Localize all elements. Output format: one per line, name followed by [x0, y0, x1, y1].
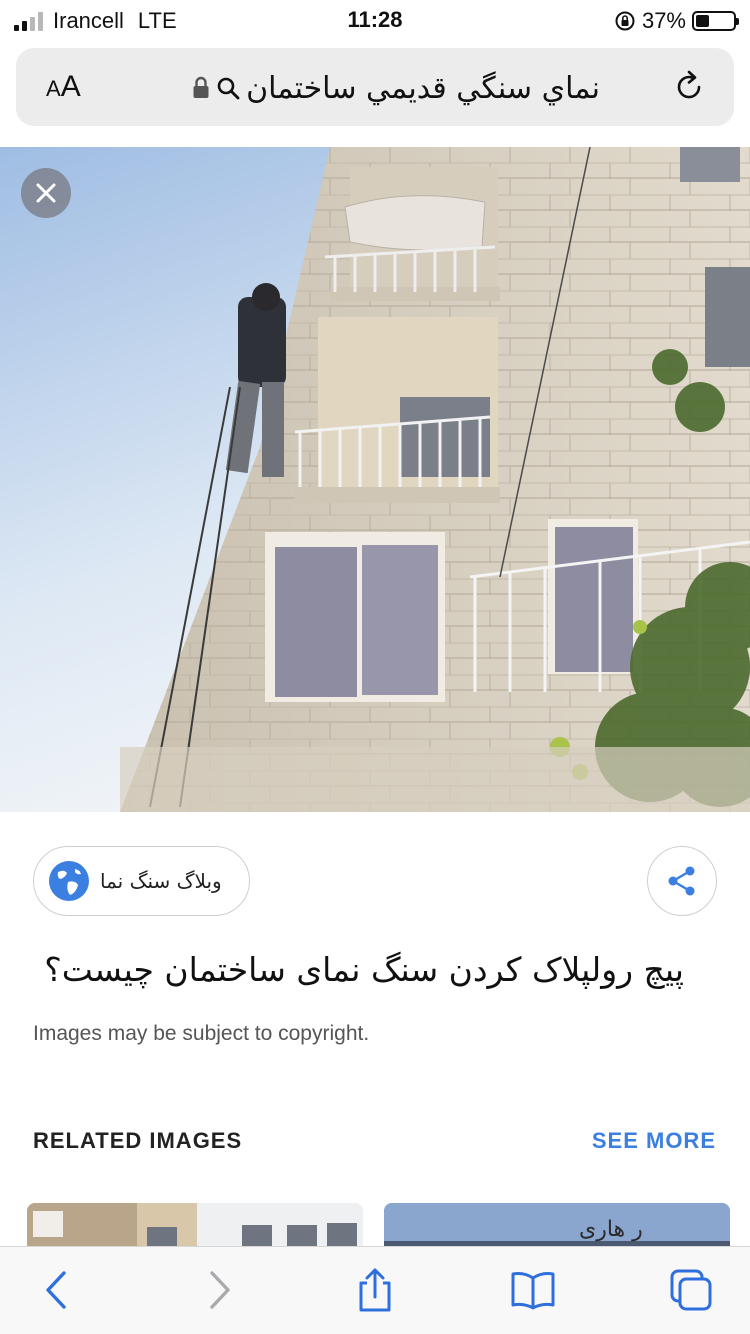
hero-image[interactable]	[0, 147, 750, 812]
source-name: وبلاگ سنگ نما	[100, 869, 222, 893]
url-text: نماي سنگي قديمي ساختمان	[246, 70, 600, 106]
reload-icon[interactable]	[670, 68, 708, 106]
reader-aa-button[interactable]: AA	[46, 70, 81, 104]
battery-icon	[692, 11, 739, 31]
related-images-heading: RELATED IMAGES	[33, 1128, 243, 1153]
related-thumbnail[interactable]: ر هاری	[384, 1203, 730, 1248]
share-nodes-icon	[668, 866, 695, 896]
tabs-icon[interactable]	[668, 1267, 714, 1313]
lock-icon	[193, 76, 209, 98]
building-photo	[0, 147, 750, 812]
bookmarks-icon[interactable]	[510, 1267, 556, 1313]
battery-fill	[696, 15, 710, 27]
share-button[interactable]	[647, 846, 717, 916]
address-bar[interactable]: AA نماي سنگي قديمي ساختمان	[16, 48, 734, 126]
source-link[interactable]: وبلاگ سنگ نما	[33, 846, 250, 916]
share-icon[interactable]	[352, 1267, 398, 1313]
close-icon	[36, 183, 56, 203]
related-thumbnail[interactable]	[27, 1203, 363, 1248]
orientation-lock-icon	[615, 11, 635, 31]
result-title[interactable]: پیچ رولپلاک کردن سنگ نمای ساختمان چیست؟	[24, 950, 684, 989]
forward-icon[interactable]	[196, 1267, 242, 1313]
status-bar: Irancell LTE 11:28 37%	[0, 0, 750, 40]
status-right: 37%	[614, 8, 739, 34]
see-more-link[interactable]: SEE MORE	[592, 1128, 716, 1154]
search-icon	[217, 77, 240, 100]
battery-percent: 37%	[641, 8, 686, 33]
url-field[interactable]: نماي سنگي قديمي ساختمان	[176, 68, 616, 108]
thumbnail-image	[27, 1203, 363, 1248]
thumbnail-sign-text: ر هاری	[579, 1217, 643, 1242]
copyright-notice: Images may be subject to copyright.	[33, 1022, 370, 1045]
globe-icon	[49, 861, 89, 901]
close-button[interactable]	[21, 168, 71, 218]
back-icon[interactable]	[34, 1267, 80, 1313]
thumbnail-image	[384, 1203, 730, 1248]
bottom-toolbar	[0, 1246, 750, 1334]
safari-window: Irancell LTE 11:28 37% AA نماي سنگي قديم…	[0, 0, 750, 1334]
